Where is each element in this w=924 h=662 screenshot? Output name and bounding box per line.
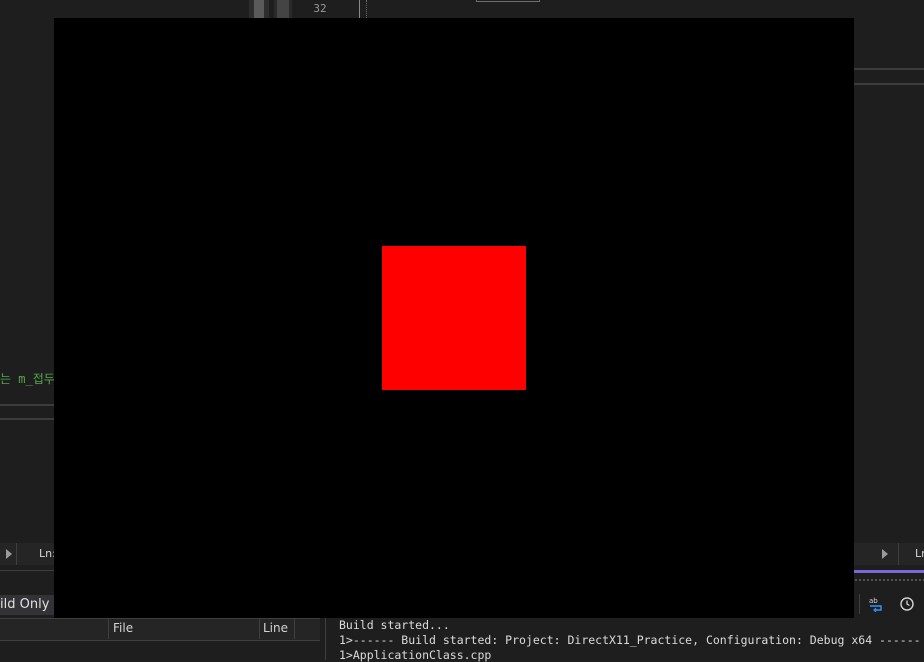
- editor-status-bar-right: Ln:: [854, 543, 924, 565]
- line-number: 32: [313, 2, 327, 15]
- code-highlight-box: [476, 0, 540, 2]
- panel-divider: [0, 570, 54, 571]
- toolbar-separator: [859, 594, 860, 614]
- code-comment-text: 는 m_접두: [0, 372, 55, 386]
- scroll-right-arrow-icon[interactable]: [882, 549, 888, 559]
- editor-status-bar-left: Ln:: [0, 543, 56, 565]
- editor-split-scrollbar-thumb[interactable]: [277, 0, 289, 18]
- panel-divider: [325, 618, 326, 660]
- directx-render-window[interactable]: [54, 18, 854, 618]
- column-header-line[interactable]: Line: [263, 621, 288, 635]
- status-separator: [898, 543, 899, 565]
- indent-guide: [366, 0, 367, 18]
- history-button[interactable]: [896, 594, 918, 614]
- word-wrap-icon: ab: [869, 597, 882, 612]
- scroll-right-arrow-icon[interactable]: [6, 549, 12, 559]
- line-indicator: Ln:: [915, 547, 924, 560]
- column-separator[interactable]: [294, 618, 295, 639]
- word-wrap-button[interactable]: ab: [866, 594, 888, 614]
- panel-divider: [0, 418, 54, 420]
- output-line: Build started...: [339, 618, 450, 632]
- column-separator[interactable]: [259, 618, 260, 639]
- build-filter-dropdown[interactable]: ild Only: [0, 595, 54, 615]
- active-tab-accent: [854, 570, 924, 573]
- panel-divider: [854, 68, 924, 70]
- word-wrap-icon-text: ab: [869, 597, 878, 605]
- status-separator: [16, 543, 17, 565]
- panel-divider: [854, 83, 924, 85]
- column-separator[interactable]: [108, 618, 109, 639]
- editor-scrollbar-thumb[interactable]: [254, 0, 264, 18]
- panel-grip[interactable]: [854, 578, 924, 583]
- output-line: 1>------ Build started: Project: DirectX…: [339, 633, 921, 647]
- gutter-margin-line: [359, 0, 360, 18]
- rendered-red-square: [382, 246, 526, 390]
- panel-divider: [0, 404, 54, 406]
- clock-icon: [900, 597, 914, 611]
- column-header-file[interactable]: File: [113, 621, 133, 635]
